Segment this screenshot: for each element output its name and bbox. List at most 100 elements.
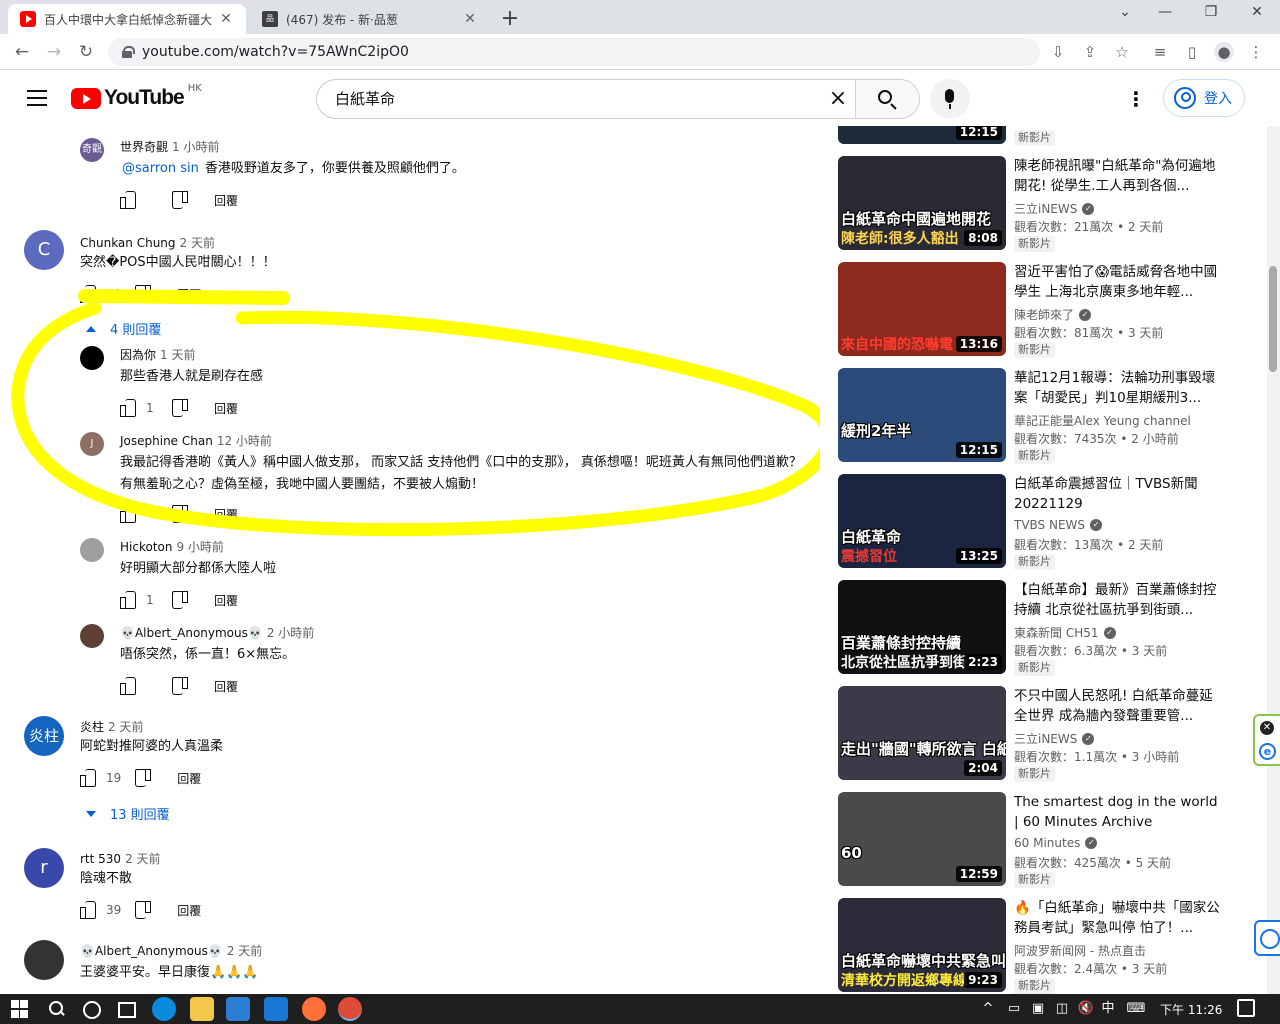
channel-name[interactable]: 三立iNEWS ✓: [1014, 200, 1095, 217]
install-icon[interactable]: ⇩: [1048, 42, 1068, 62]
reply-button[interactable]: 回覆: [214, 592, 238, 609]
video-thumbnail[interactable]: 白紙革命 震撼習位 13:25: [838, 474, 1006, 568]
search-icon[interactable]: [44, 997, 68, 1021]
system-clock[interactable]: 下午 11:26: [1160, 1001, 1222, 1018]
firefox-icon[interactable]: [302, 997, 326, 1021]
hide-replies-button[interactable]: 4 則回覆: [86, 319, 161, 338]
task-view-icon[interactable]: [114, 997, 138, 1021]
video-title[interactable]: 不只中國人民怒吼! 白紙革命蔓延全世界 成為牆內發聲重要管...: [1014, 686, 1220, 726]
channel-name[interactable]: 阿波罗新闻网 - 热点直击: [1014, 942, 1146, 959]
avatar[interactable]: C: [24, 230, 64, 270]
video-title[interactable]: 🔥「白紙革命」嚇壞中共「國家公務員考試」緊急叫停 怕了！...: [1014, 898, 1220, 938]
chevron-up-icon[interactable]: ^: [978, 1000, 998, 1018]
comment-time[interactable]: 12 小時前: [217, 434, 272, 448]
like-icon[interactable]: [116, 674, 140, 698]
comment-time[interactable]: 2 天前: [125, 852, 160, 866]
notification-icon[interactable]: [1237, 999, 1255, 1017]
keyboard-icon[interactable]: ⌨: [1126, 1000, 1146, 1018]
video-card[interactable]: 緩刑2年半 12:15 華記12月1報導：法輪功刑事毀壞案「胡愛民」判10星期緩刑3…: [838, 368, 1268, 464]
dislike-icon[interactable]: [131, 282, 155, 306]
video-title[interactable]: 陳老師視訊曝"白紙革命"為何遍地開花! 從學生.工人再到各個...: [1014, 156, 1220, 196]
comment-author[interactable]: Hickoton: [120, 540, 172, 554]
ime-indicator[interactable]: 中: [1098, 1000, 1118, 1018]
avatar[interactable]: J: [80, 432, 104, 456]
search-button[interactable]: [855, 80, 919, 118]
browser-menu-icon[interactable]: ⋮: [1246, 42, 1266, 62]
volume-muted-icon[interactable]: 🔇: [1076, 1000, 1096, 1018]
avatar[interactable]: [80, 346, 104, 370]
dislike-icon[interactable]: [168, 588, 192, 612]
tab-pincong[interactable]: 品 (467) 发布 - 新·品葱 ✕: [250, 4, 490, 34]
comment-time[interactable]: 9 小時前: [176, 540, 223, 554]
comment-author[interactable]: 💀Albert_Anonymous💀: [120, 626, 263, 640]
dislike-icon[interactable]: [131, 766, 155, 790]
video-card[interactable]: 白紙革命嚇壞中共緊急叫停 清華校方開返鄉專線 9:23 🔥「白紙革命」嚇壞中共「國家公…: [838, 898, 1268, 994]
video-card[interactable]: 來自中國的恐嚇電 13:16 習近平害怕了😱電話威脅各地中國學生 上海北京廣東多地年…: [838, 262, 1268, 358]
video-thumbnail[interactable]: 60 12:59: [838, 792, 1006, 886]
like-icon[interactable]: [116, 396, 140, 420]
network-icon[interactable]: ◫: [1052, 1000, 1072, 1018]
video-title[interactable]: 習近平害怕了😱電話威脅各地中國學生 上海北京廣東多地年輕...: [1014, 262, 1220, 302]
dislike-icon[interactable]: [168, 396, 192, 420]
avatar[interactable]: 炎柱: [24, 716, 64, 756]
comment-author[interactable]: 炎柱: [80, 720, 104, 734]
channel-name[interactable]: 陳老師來了 ✓: [1014, 306, 1092, 323]
like-icon[interactable]: [76, 282, 100, 306]
youtube-logo[interactable]: YouTube HK: [71, 83, 202, 110]
new-tab-button[interactable]: +: [498, 6, 522, 31]
side-panel-icon[interactable]: ▯: [1182, 42, 1202, 62]
avatar[interactable]: 奇觀: [80, 138, 104, 162]
comment-author[interactable]: Chunkan Chung: [80, 236, 176, 250]
channel-name[interactable]: 三立iNEWS ✓: [1014, 730, 1095, 747]
device-icon[interactable]: ▭: [1004, 1000, 1024, 1018]
avatar[interactable]: [24, 940, 64, 980]
comment-time[interactable]: 1 小時前: [172, 140, 219, 154]
address-bar[interactable]: youtube.com/watch?v=75AWnC2ipO0: [108, 38, 1040, 66]
close-icon[interactable]: ✕: [218, 11, 234, 27]
reply-button[interactable]: 回覆: [177, 770, 201, 787]
show-replies-button[interactable]: 13 則回覆: [86, 804, 170, 823]
video-card[interactable]: 走出"牆國"轉所欲言 白紙革命 2:04 不只中國人民怒吼! 白紙革命蔓延全世界 成…: [838, 686, 1268, 782]
dislike-icon[interactable]: [168, 188, 192, 212]
share-icon[interactable]: ⇪: [1080, 42, 1100, 62]
video-card[interactable]: 白紙革命中國遍地開花 陳老師:很多人豁出 8:08 陳老師視訊曝"白紙革命"為何遍地開…: [838, 156, 1268, 252]
channel-name[interactable]: TVBS NEWS ✓: [1014, 518, 1103, 532]
sign-in-button[interactable]: 登入: [1163, 79, 1245, 117]
comment-time[interactable]: 2 天前: [180, 236, 215, 250]
minimize-button[interactable]: —: [1150, 4, 1180, 20]
like-icon[interactable]: [116, 188, 140, 212]
tab-youtube[interactable]: 百人中環中大拿白紙悼念新疆大火 ✕: [8, 4, 246, 34]
video-card[interactable]: 白紙革命 震撼習位 13:25 白紙革命震撼習位｜TVBS新聞 20221129 TVB…: [838, 474, 1268, 570]
reply-button[interactable]: 回覆: [214, 678, 238, 695]
reload-button[interactable]: ↻: [74, 40, 98, 64]
video-thumbnail[interactable]: 白紙革命中國遍地開花 陳老師:很多人豁出 8:08: [838, 156, 1006, 250]
channel-name[interactable]: 東森新聞 CH51 ✓: [1014, 624, 1116, 641]
like-icon[interactable]: [76, 898, 100, 922]
video-thumbnail[interactable]: 白紙革命嚇壞中共緊急叫停 清華校方開返鄉專線 9:23: [838, 898, 1006, 992]
dislike-icon[interactable]: [168, 674, 192, 698]
video-thumbnail[interactable]: 來自中國的恐嚇電 13:16: [838, 262, 1006, 356]
comment-time[interactable]: 2 天前: [227, 944, 262, 958]
chrome-icon[interactable]: [338, 997, 362, 1021]
comment-time[interactable]: 2 小時前: [267, 626, 314, 640]
chevron-down-icon[interactable]: ⌄: [1110, 4, 1140, 20]
avatar[interactable]: [80, 538, 104, 562]
reply-button[interactable]: 回覆: [214, 506, 238, 523]
video-thumbnail[interactable]: 百業蕭條封控持續 北京從社區抗爭到街 2:23: [838, 580, 1006, 674]
bookmark-star-icon[interactable]: ☆: [1112, 42, 1132, 62]
comment-author[interactable]: 世界奇觀: [120, 140, 168, 154]
menu-icon[interactable]: [27, 90, 47, 106]
translate-extension-icon[interactable]: [1254, 920, 1280, 956]
comment-time[interactable]: 2 天前: [108, 720, 143, 734]
close-icon[interactable]: ✕: [462, 11, 478, 27]
comment-author[interactable]: Josephine Chan: [120, 434, 213, 448]
video-thumbnail[interactable]: 緩刑2年半 12:15: [838, 368, 1006, 462]
comment-author[interactable]: 💀Albert_Anonymous💀: [80, 944, 223, 958]
media-queue-icon[interactable]: ≡: [1150, 42, 1170, 62]
edge-icon[interactable]: [152, 997, 176, 1021]
dislike-icon[interactable]: [168, 502, 192, 526]
back-button[interactable]: ←: [10, 40, 34, 64]
mail-icon[interactable]: [264, 997, 288, 1021]
dislike-icon[interactable]: [131, 898, 155, 922]
restore-button[interactable]: ❐: [1196, 4, 1226, 20]
